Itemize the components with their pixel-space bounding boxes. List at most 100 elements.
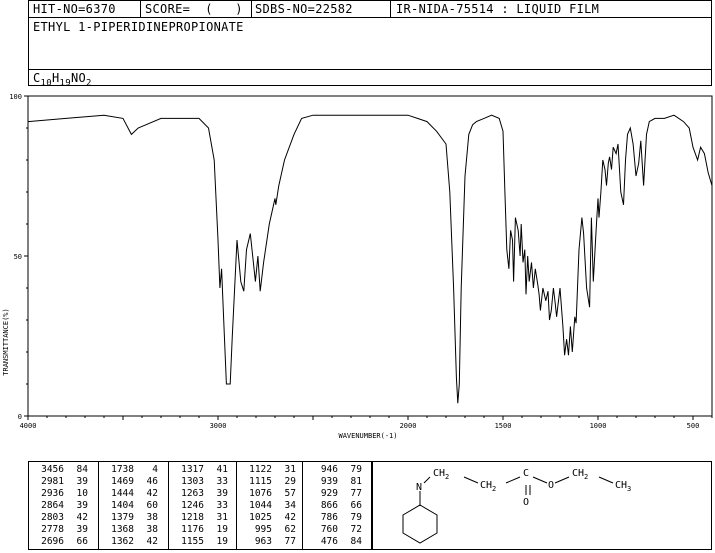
x-tick-label: 4000 — [20, 422, 37, 430]
peak-wavenumber: 1317 — [181, 464, 204, 475]
peak-wavenumber: 3456 — [41, 464, 64, 475]
peak-transmittance: 77 — [284, 536, 296, 547]
peak-transmittance: 39 — [76, 500, 88, 511]
ir-spectrum-chart: 4000 3000 2000 1500 1000 500 0 50 100 WAVENUMBER… — [2, 93, 713, 440]
x-axis-label: WAVENUMBER(-1) — [338, 432, 397, 440]
peak-wavenumber: 929 — [320, 488, 338, 499]
peak-transmittance: 29 — [284, 476, 296, 487]
peak-transmittance: 31 — [216, 512, 228, 523]
peak-transmittance: 39 — [216, 488, 228, 499]
peak-wavenumber: 1263 — [181, 488, 204, 499]
peak-wavenumber: 963 — [254, 536, 272, 547]
peak-wavenumber: 1303 — [181, 476, 204, 487]
peak-wavenumber: 1176 — [181, 524, 204, 535]
peak-transmittance: 41 — [216, 464, 228, 475]
peak-transmittance: 42 — [146, 536, 158, 547]
x-tick-label: 1000 — [590, 422, 607, 430]
compound-name: ETHYL 1-PIPERIDINEPROPIONATE — [33, 20, 244, 34]
peak-table: 3456 84 2981 39 2936 10 2864 39 2803 42 2778 39 2696… — [28, 461, 372, 550]
peak-transmittance: 31 — [284, 464, 296, 475]
peak-wavenumber: 1044 — [249, 500, 272, 511]
structure-ester-o: O — [548, 480, 554, 491]
peak-wavenumber: 1368 — [111, 524, 134, 535]
header-id-row — [28, 0, 712, 18]
peak-transmittance: 79 — [350, 464, 362, 475]
peak-wavenumber: 760 — [320, 524, 338, 535]
peak-transmittance: 60 — [146, 500, 158, 511]
spectrum-line — [27, 114, 713, 404]
peak-wavenumber: 1155 — [181, 536, 204, 547]
plot-frame — [27, 95, 713, 417]
structure-drawing: N CH2 CH2 C O O CH2 CH3 — [402, 468, 631, 544]
formula-box — [28, 69, 712, 86]
peak-transmittance: 46 — [146, 476, 158, 487]
ir-info: IR-NIDA-75514 : LIQUID FILM — [396, 2, 600, 16]
peak-transmittance: 33 — [216, 476, 228, 487]
peak-wavenumber: 946 — [320, 464, 338, 475]
x-tick-label: 500 — [687, 422, 700, 430]
peak-wavenumber: 866 — [320, 500, 338, 511]
peak-wavenumber: 1738 — [111, 464, 134, 475]
structure-ch3: CH3 — [615, 480, 631, 493]
peak-wavenumber: 1404 — [111, 500, 134, 511]
peak-wavenumber: 1362 — [111, 536, 134, 547]
peak-wavenumber: 2936 — [41, 488, 64, 499]
peak-transmittance: 38 — [146, 512, 158, 523]
hit-number: HIT-NO=6370 — [33, 2, 116, 16]
peak-wavenumber: 476 — [320, 536, 338, 547]
spectrum-header: HIT-NO=6370 SCORE= ( ) SDBS-NO=22582 IR-… — [28, 0, 712, 88]
x-tick-label: 2000 — [400, 422, 417, 430]
structure-ch2-c: CH2 — [572, 468, 588, 481]
peak-transmittance: 38 — [146, 524, 158, 535]
peak-wavenumber: 2981 — [41, 476, 64, 487]
peak-transmittance: 42 — [284, 512, 296, 523]
chart-axes — [27, 95, 713, 417]
peak-transmittance: 19 — [216, 524, 228, 535]
peak-transmittance: 79 — [350, 512, 362, 523]
peak-transmittance: 66 — [350, 500, 362, 511]
peak-transmittance: 34 — [284, 500, 296, 511]
peak-transmittance: 84 — [350, 536, 362, 547]
peak-transmittance: 81 — [350, 476, 362, 487]
structure-carbonyl-o: O — [523, 497, 529, 508]
structure-ch2-b: CH2 — [480, 480, 496, 493]
peak-wavenumber: 786 — [320, 512, 338, 523]
peak-transmittance: 4 — [152, 464, 158, 475]
peak-transmittance: 57 — [284, 488, 296, 499]
structure-ch2-a: CH2 — [433, 468, 449, 481]
score: SCORE= ( ) — [145, 2, 243, 16]
peak-wavenumber: 1025 — [249, 512, 272, 523]
peak-wavenumber: 1379 — [111, 512, 134, 523]
structure-nitrogen: N — [416, 482, 422, 493]
peak-wavenumber: 1246 — [181, 500, 204, 511]
peak-wavenumber: 2778 — [41, 524, 64, 535]
peak-transmittance: 84 — [76, 464, 88, 475]
y-tick-label: 100 — [9, 93, 22, 101]
x-tick-label: 1500 — [495, 422, 512, 430]
y-tick-label: 50 — [14, 253, 22, 261]
peak-wavenumber: 1218 — [181, 512, 204, 523]
peak-transmittance: 19 — [216, 536, 228, 547]
peak-transmittance: 33 — [216, 500, 228, 511]
peak-wavenumber: 1469 — [111, 476, 134, 487]
peak-transmittance: 42 — [146, 488, 158, 499]
peak-wavenumber: 2696 — [41, 536, 64, 547]
peak-wavenumber: 939 — [320, 476, 338, 487]
peak-wavenumber: 1122 — [249, 464, 272, 475]
y-tick-label: 0 — [18, 413, 22, 421]
peak-wavenumber: 2803 — [41, 512, 64, 523]
x-tick-label: 3000 — [210, 422, 227, 430]
peak-transmittance: 62 — [284, 524, 296, 535]
peak-wavenumber: 2864 — [41, 500, 64, 511]
peak-wavenumber: 1444 — [111, 488, 134, 499]
peak-transmittance: 77 — [350, 488, 362, 499]
sdbs-number: SDBS-NO=22582 — [255, 2, 353, 16]
peak-transmittance: 66 — [76, 536, 88, 547]
peak-wavenumber: 1076 — [249, 488, 272, 499]
y-axis-label: TRANSMITTANCE(%) — [2, 308, 10, 375]
peak-wavenumber: 995 — [254, 524, 272, 535]
peak-transmittance: 72 — [350, 524, 362, 535]
peak-transmittance: 10 — [76, 488, 88, 499]
peak-transmittance: 42 — [76, 512, 88, 523]
structure-carbonyl-c: C — [523, 468, 529, 479]
